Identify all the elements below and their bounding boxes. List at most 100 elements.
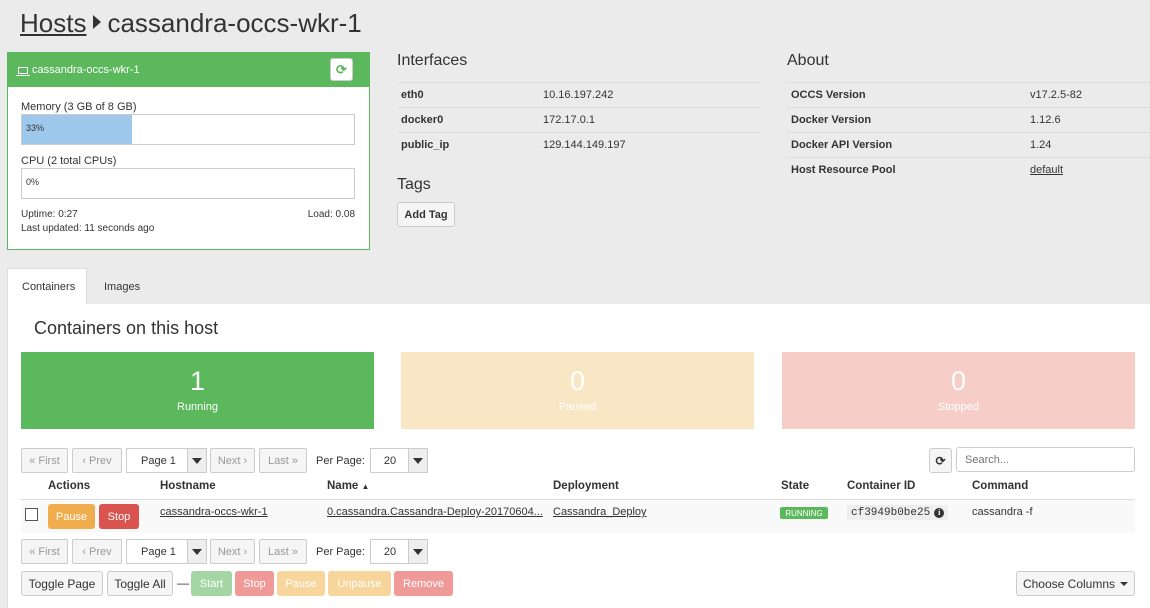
command-text: cassandra -f: [972, 506, 1033, 518]
hostname-link[interactable]: cassandra-occs-wkr-1: [160, 506, 268, 518]
next-page-button[interactable]: Next ›: [210, 539, 255, 564]
interface-name: eth0: [397, 82, 539, 108]
cpu-meter: 0%: [21, 168, 355, 199]
first-page-button[interactable]: « First: [21, 539, 68, 564]
last-page-button[interactable]: Last »: [259, 539, 307, 564]
cpu-percent: 0%: [26, 177, 40, 187]
col-deployment[interactable]: Deployment: [553, 480, 619, 492]
bulk-unpause-button[interactable]: Unpause: [328, 571, 391, 596]
interfaces-table: eth0 10.16.197.242 docker0 172.17.0.1 publ…: [397, 82, 760, 158]
bulk-remove-button[interactable]: Remove: [394, 571, 453, 596]
about-value: v17.2.5-82: [1026, 82, 1150, 108]
interface-ip: 172.17.0.1: [539, 107, 760, 133]
tab-images[interactable]: Images: [90, 268, 154, 305]
cpu-label: CPU (2 total CPUs): [21, 155, 117, 167]
bulk-separator: —: [177, 576, 189, 590]
per-page-select[interactable]: 20: [369, 448, 428, 473]
host-summary-panel: cassandra-occs-wkr-1 ⟳ Memory (3 GB of 8…: [7, 52, 370, 250]
caret-down-icon: [1120, 581, 1129, 586]
container-id-code: cf3949b0be25 i: [847, 505, 949, 520]
choose-columns-button[interactable]: Choose Columns: [1016, 571, 1135, 596]
col-command[interactable]: Command: [972, 480, 1028, 492]
interface-ip: 129.144.149.197: [539, 132, 760, 158]
table-row: Docker API Version 1.24: [787, 132, 1150, 158]
about-table: OCCS Version v17.2.5-82 Docker Version 1.1…: [787, 82, 1150, 183]
refresh-icon: ⟳: [935, 453, 946, 468]
col-actions: Actions: [48, 480, 91, 492]
col-name-label: Name: [327, 480, 359, 492]
about-key: Docker API Version: [787, 132, 1026, 158]
running-count: 1: [189, 366, 206, 396]
prev-page-button[interactable]: ‹ Prev: [72, 539, 122, 564]
col-name[interactable]: Name ▲: [327, 480, 369, 492]
first-page-button[interactable]: « First: [21, 448, 68, 473]
per-page-value: 20: [383, 545, 397, 558]
deployment-link[interactable]: Cassandra_Deploy: [553, 506, 647, 518]
col-state[interactable]: State: [781, 480, 809, 492]
laptop-icon: [16, 66, 30, 76]
toggle-all-button[interactable]: Toggle All: [107, 571, 173, 596]
breadcrumb-hosts-link[interactable]: Hosts: [20, 8, 86, 38]
about-value: 1.12.6: [1026, 107, 1150, 133]
refresh-containers-button[interactable]: ⟳: [929, 448, 952, 473]
table-row: docker0 172.17.0.1: [397, 107, 760, 133]
bulk-start-button[interactable]: Start: [191, 571, 232, 596]
caret-right-icon: [93, 15, 102, 29]
host-panel-name: cassandra-occs-wkr-1: [32, 64, 140, 76]
memory-meter: 33%: [21, 114, 355, 145]
about-key: OCCS Version: [787, 82, 1026, 108]
stopped-tile[interactable]: 0 Stopped: [782, 352, 1135, 429]
about-key: Docker Version: [787, 107, 1026, 133]
containers-title: Containers on this host: [34, 318, 219, 338]
last-page-button[interactable]: Last »: [259, 448, 307, 473]
info-icon[interactable]: i: [934, 507, 945, 518]
chevron-down-icon: [187, 449, 206, 472]
about-key: Host Resource Pool: [787, 157, 1026, 183]
choose-columns-label: Choose Columns: [1022, 576, 1116, 591]
next-page-button[interactable]: Next ›: [210, 448, 255, 473]
page-select[interactable]: Page 1: [126, 539, 207, 564]
paused-tile[interactable]: 0 Paused: [401, 352, 754, 429]
memory-label: Memory (3 GB of 8 GB): [21, 101, 137, 113]
add-tag-button[interactable]: Add Tag: [397, 202, 455, 227]
table-row: Docker Version 1.12.6: [787, 107, 1150, 133]
chevron-down-icon: [407, 449, 427, 472]
bulk-pause-button[interactable]: Pause: [277, 571, 325, 596]
refresh-host-button[interactable]: ⟳: [330, 58, 353, 81]
bulk-stop-button[interactable]: Stop: [235, 571, 274, 596]
per-page-label: Per Page:: [316, 545, 365, 558]
per-page-select[interactable]: 20: [369, 539, 428, 564]
refresh-icon: ⟳: [336, 61, 347, 77]
paused-count: 0: [569, 366, 586, 396]
about-title: About: [787, 52, 829, 69]
chevron-down-icon: [187, 540, 206, 563]
row-checkbox[interactable]: [25, 508, 38, 521]
stop-button[interactable]: Stop: [99, 504, 139, 529]
interfaces-title: Interfaces: [397, 52, 468, 69]
running-tile[interactable]: 1 Running: [21, 352, 374, 429]
page-title: Hosts cassandra-occs-wkr-1: [20, 8, 362, 39]
resource-pool-link[interactable]: default: [1030, 164, 1063, 176]
col-container-id[interactable]: Container ID: [847, 480, 915, 492]
about-value: 1.24: [1026, 132, 1150, 158]
page-select-value: Page 1: [141, 454, 176, 467]
col-hostname[interactable]: Hostname: [160, 480, 216, 492]
interface-name: docker0: [397, 107, 539, 133]
running-label: Running: [177, 401, 218, 413]
tab-containers[interactable]: Containers: [7, 268, 87, 305]
pause-button[interactable]: Pause: [48, 504, 95, 529]
table-row: OCCS Version v17.2.5-82: [787, 82, 1150, 108]
prev-page-button[interactable]: ‹ Prev: [72, 448, 122, 473]
search-input[interactable]: [956, 447, 1135, 472]
stopped-count: 0: [950, 366, 967, 396]
toggle-page-button[interactable]: Toggle Page: [21, 571, 103, 596]
table-row: eth0 10.16.197.242: [397, 82, 760, 108]
load: Load: 0.08: [307, 209, 355, 220]
last-updated: Last updated: 11 seconds ago: [21, 223, 155, 234]
chevron-down-icon: [407, 540, 427, 563]
stopped-label: Stopped: [938, 401, 979, 413]
container-name-link[interactable]: 0.cassandra.Cassandra-Deploy-20170604...: [327, 506, 543, 518]
page-select[interactable]: Page 1: [126, 448, 207, 473]
memory-percent: 33%: [26, 123, 45, 133]
state-badge: RUNNING: [780, 507, 828, 519]
